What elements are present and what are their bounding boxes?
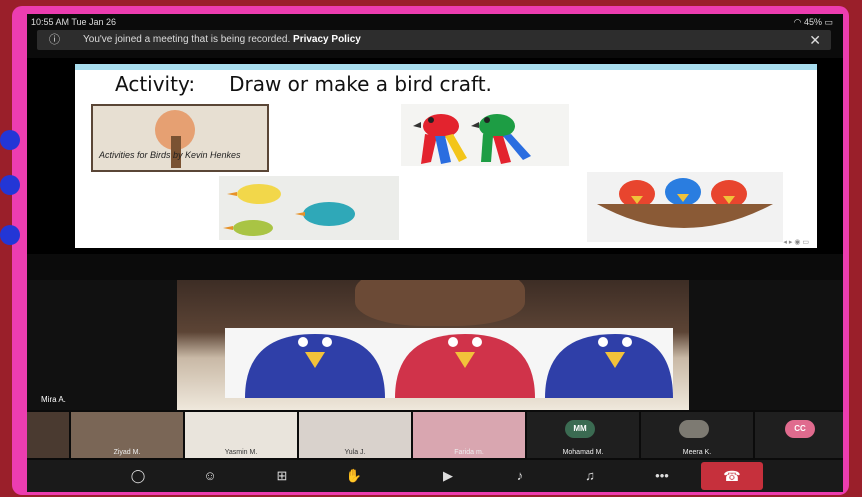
- end-call-icon: ☎: [723, 468, 741, 484]
- participant-name: Meera K.: [682, 449, 712, 456]
- video-off-icon[interactable]: ▶: [435, 466, 461, 486]
- participants-icon[interactable]: ☺: [197, 466, 223, 486]
- handprint-birds-illustration: [223, 184, 355, 236]
- slide-header-stripe: [75, 64, 817, 70]
- slide-title-text: Draw or make a bird craft.: [229, 72, 492, 96]
- participant-name: Ziyad M.: [113, 449, 141, 456]
- participant-tile[interactable]: Meera K.: [641, 412, 753, 458]
- book-cover-image: Activities for Birds by Kevin Henkes: [91, 104, 269, 172]
- blue-red-blue-birds-craft: [245, 334, 673, 398]
- recording-banner: ⓘ You've joined a meeting that is being …: [37, 30, 831, 50]
- handprint-birds-image: [219, 176, 399, 240]
- participant-tile[interactable]: CC: [755, 412, 843, 458]
- info-icon: ⓘ: [49, 34, 60, 46]
- close-icon[interactable]: ✕: [809, 30, 821, 50]
- participant-tile[interactable]: Yasmin M.: [185, 412, 297, 458]
- zoom-meeting-window: 10:55 AM Tue Jan 26 ◠ 45% ▭ ⓘ You've joi…: [27, 14, 843, 492]
- audio-icon[interactable]: ♫: [577, 466, 603, 486]
- participant-name: Yula J.: [344, 449, 366, 456]
- end-call-button[interactable]: ☎: [701, 462, 763, 490]
- mute-icon[interactable]: ♪: [507, 466, 533, 486]
- slide-title-label: Activity:: [115, 72, 196, 96]
- participant-name: Yasmin M.: [224, 449, 258, 456]
- participant-name: Farida m.: [454, 449, 484, 456]
- avatar: CC: [785, 420, 815, 438]
- participant-tile[interactable]: MM Mohamad M.: [527, 412, 639, 458]
- privacy-policy-link[interactable]: Privacy Policy: [293, 34, 361, 45]
- more-icon[interactable]: •••: [649, 466, 675, 486]
- banner-message: You've joined a meeting that is being re…: [83, 34, 361, 45]
- participant-tile[interactable]: [27, 412, 69, 458]
- participant-tile[interactable]: Farida m.: [413, 412, 525, 458]
- raise-hand-icon[interactable]: ✋: [341, 466, 367, 486]
- blue-marker-decoration: [0, 175, 20, 195]
- meeting-toolbar: ◯ ☺ ⊞ ✋ ▶ ♪ ♫ ••• ☎: [27, 460, 843, 492]
- status-time: 10:55 AM Tue Jan 26: [31, 17, 117, 27]
- wifi-icon: ◠: [793, 17, 802, 27]
- speaker-camera-feed: [177, 280, 689, 410]
- blue-marker-decoration: [0, 225, 20, 245]
- bird-nest-craft-image: [587, 172, 783, 242]
- blue-marker-decoration: [0, 130, 20, 150]
- parrot-craft-image: [401, 104, 569, 166]
- chat-icon[interactable]: ◯: [125, 466, 151, 486]
- book-caption: Activities for Birds by Kevin Henkes: [99, 150, 241, 160]
- nest-illustration: [597, 178, 773, 228]
- active-speaker-video: Mira A.: [27, 280, 843, 410]
- participant-strip[interactable]: Ziyad M. Yasmin M. Yula J. Farida m. MM …: [27, 412, 843, 458]
- slide: Activity: Draw or make a bird craft. Acti…: [75, 64, 817, 248]
- participant-tile[interactable]: Yula J.: [299, 412, 411, 458]
- participant-tile[interactable]: Ziyad M.: [71, 412, 183, 458]
- shared-screen: Activity: Draw or make a bird craft. Acti…: [27, 58, 843, 254]
- slide-controls: ◂ ▸ ◉ ▭: [783, 239, 809, 246]
- bird-craft-board: [225, 328, 673, 398]
- avatar: MM: [565, 420, 595, 438]
- parrot-illustration: [413, 114, 531, 164]
- participant-name: Mohamad M.: [562, 449, 604, 456]
- status-bar: 10:55 AM Tue Jan 26 ◠ 45% ▭: [27, 14, 843, 30]
- slide-title: Activity: Draw or make a bird craft.: [115, 72, 492, 96]
- avatar: [679, 420, 709, 438]
- share-screen-icon[interactable]: ⊞: [269, 466, 295, 486]
- battery-level: ◠ 45% ▭: [793, 17, 833, 27]
- battery-icon: ▭: [824, 17, 833, 27]
- speaker-name-label: Mira A.: [41, 395, 66, 404]
